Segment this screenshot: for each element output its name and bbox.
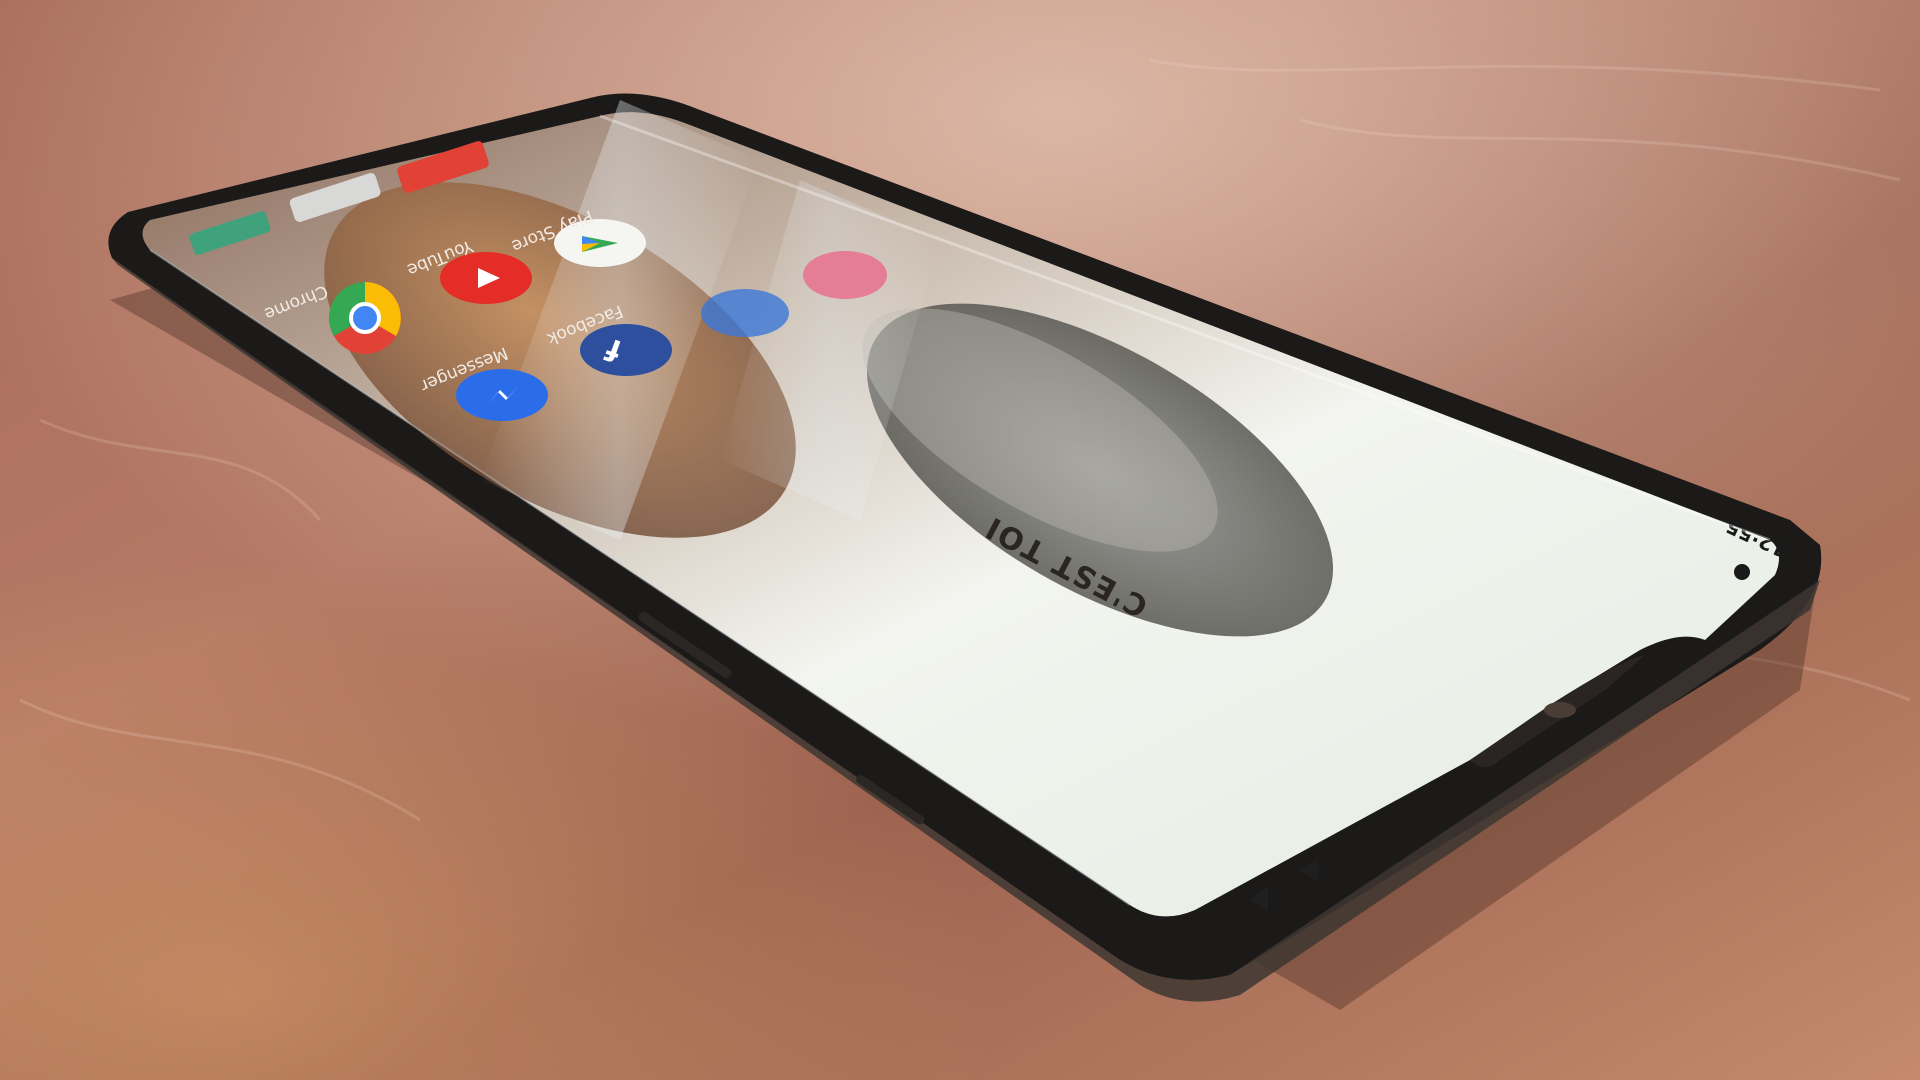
status-dot-icon [1734, 564, 1750, 580]
bird-app-icon[interactable] [701, 289, 789, 337]
phone-on-table-photo: C'EST TOI Chrome YouTube Play Store Mess… [0, 0, 1920, 1080]
photo-scene: C'EST TOI Chrome YouTube Play Store Mess… [0, 0, 1920, 1080]
instagram-icon[interactable] [803, 251, 887, 299]
front-camera [1544, 702, 1576, 718]
